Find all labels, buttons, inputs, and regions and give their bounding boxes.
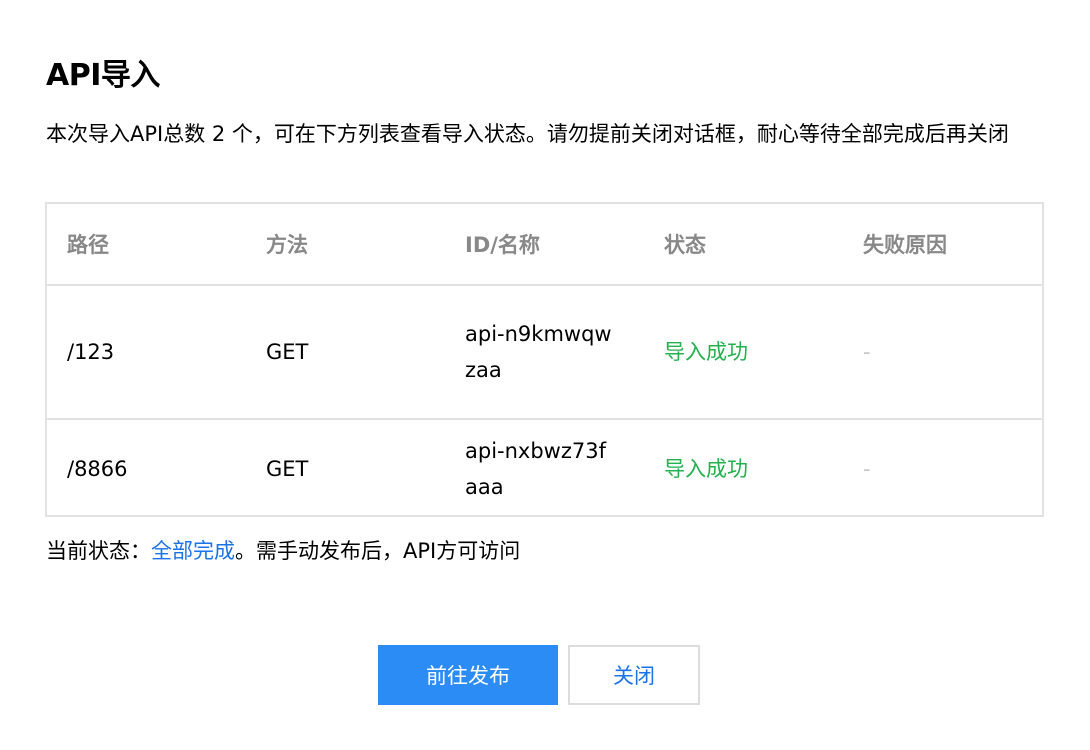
go-publish-button[interactable]: 前往发布	[378, 645, 558, 705]
table-row: /123 GET api-n9kmwqwzaa 导入成功 -	[47, 285, 1042, 420]
dialog-description: 本次导入API总数 2 个，可在下方列表查看导入状态。请勿提前关闭对话框，耐心等…	[46, 122, 1009, 146]
close-button[interactable]: 关闭	[568, 645, 700, 705]
column-header-failure-reason: 失败原因	[843, 204, 1042, 286]
cell-status: 导入成功	[664, 456, 748, 481]
table-header: 路径 方法 ID/名称 状态 失败原因	[47, 204, 1042, 286]
current-status-value: 全部完成	[151, 539, 235, 563]
import-table: 路径 方法 ID/名称 状态 失败原因 /123 GET api-n9kmwqw…	[45, 202, 1044, 517]
api-import-dialog: API导入 本次导入API总数 2 个，可在下方列表查看导入状态。请勿提前关闭对…	[0, 0, 1090, 750]
table-row: /8866 GET api-nxbwz73faaa 导入成功 -	[47, 419, 1042, 517]
cell-failure-reason: -	[863, 456, 871, 481]
cell-path: /123	[47, 285, 246, 420]
column-header-id-name: ID/名称	[445, 204, 644, 286]
cell-method: GET	[246, 285, 445, 420]
current-status-label: 当前状态：	[46, 539, 151, 563]
cell-id-name: api-nxbwz73faaa	[465, 438, 606, 499]
column-header-status: 状态	[644, 204, 843, 286]
column-header-method: 方法	[246, 204, 445, 286]
dialog-title: API导入	[46, 58, 160, 93]
cell-id-name: api-n9kmwqwzaa	[445, 285, 644, 420]
cell-status: 导入成功	[644, 285, 843, 420]
cell-path: /8866	[67, 456, 128, 481]
current-status: 当前状态：全部完成。需手动发布后，API方可访问	[46, 533, 520, 569]
column-header-path: 路径	[47, 204, 246, 286]
import-table-grid: 路径 方法 ID/名称 状态 失败原因 /123 GET api-n9kmwqw…	[47, 204, 1042, 517]
cell-method: GET	[266, 456, 309, 481]
cell-failure-reason: -	[843, 285, 1042, 420]
current-status-note: 。需手动发布后，API方可访问	[235, 539, 521, 563]
